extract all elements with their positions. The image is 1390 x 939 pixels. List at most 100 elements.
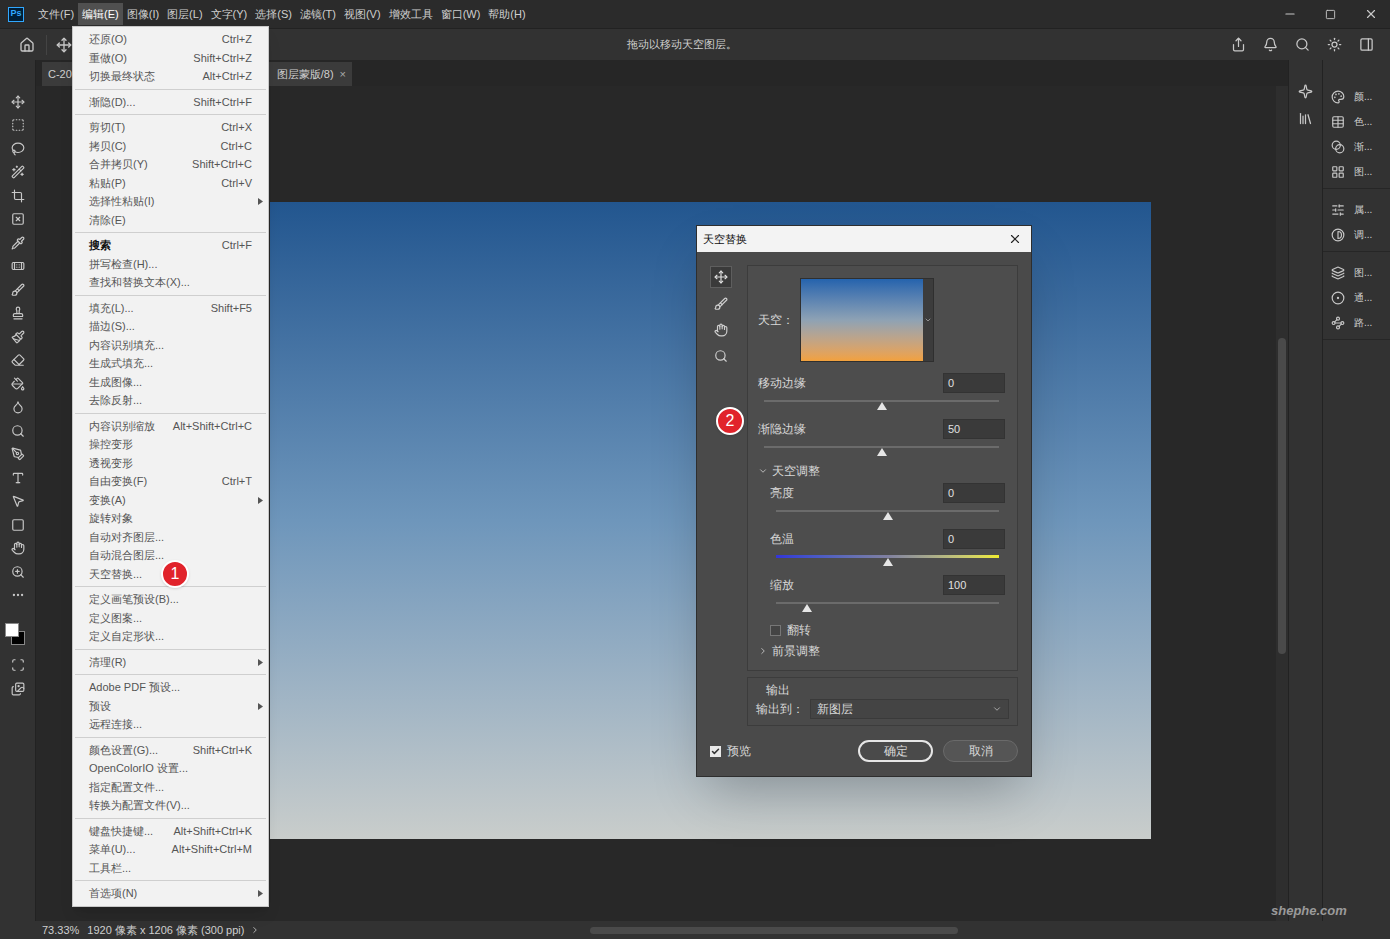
- slider-thumb-icon[interactable]: [883, 512, 893, 520]
- tab-close[interactable]: ×: [340, 66, 346, 83]
- shape-tool-icon[interactable]: [11, 518, 25, 532]
- menu-item[interactable]: 填充(L)...Shift+F5: [73, 299, 268, 318]
- menu-item[interactable]: 自动对齐图层...: [73, 528, 268, 547]
- slider-thumb-icon[interactable]: [877, 448, 887, 456]
- slider-track[interactable]: [764, 398, 999, 412]
- slider-thumb-icon[interactable]: [883, 558, 893, 566]
- checkbox[interactable]: [770, 625, 781, 636]
- panel-button[interactable]: 图...: [1323, 260, 1390, 285]
- screen-mode-icon[interactable]: [11, 682, 25, 696]
- menu-bar-item[interactable]: 图像(I): [123, 3, 163, 25]
- slider-value-field[interactable]: 0: [943, 373, 1005, 393]
- zoom-tool-icon[interactable]: [11, 565, 25, 579]
- menu-item[interactable]: 合并拷贝(Y)Shift+Ctrl+C: [73, 155, 268, 174]
- move-tool-button[interactable]: [710, 266, 732, 288]
- menu-bar-item[interactable]: 视图(V): [340, 3, 385, 25]
- sky-preset-picker[interactable]: [800, 278, 934, 362]
- pen-tool-icon[interactable]: [11, 447, 25, 461]
- flip-option[interactable]: 翻转: [748, 620, 1017, 640]
- notification-icon[interactable]: [1263, 37, 1278, 52]
- foreground-adjust-header[interactable]: 前景调整: [748, 640, 1017, 662]
- menu-item[interactable]: 转换为配置文件(V)...: [73, 796, 268, 815]
- libraries-icon[interactable]: [1298, 111, 1313, 126]
- blur-tool-icon[interactable]: [11, 400, 25, 414]
- close-icon[interactable]: [1008, 232, 1022, 246]
- slider-value-field[interactable]: 50: [943, 419, 1005, 439]
- panel-button[interactable]: 调...: [1323, 222, 1390, 247]
- menu-bar-item[interactable]: 文字(Y): [207, 3, 252, 25]
- menu-item[interactable]: 透视变形: [73, 454, 268, 473]
- menu-item[interactable]: 剪切(T)Ctrl+X: [73, 118, 268, 137]
- brush-tool-icon[interactable]: [11, 283, 25, 297]
- menu-item[interactable]: 定义自定形状...: [73, 627, 268, 646]
- menu-bar-item[interactable]: 帮助(H): [484, 3, 529, 25]
- menu-item[interactable]: 选择性粘贴(I): [73, 192, 268, 211]
- menu-item[interactable]: 清除(E): [73, 211, 268, 230]
- menu-item[interactable]: 切换最终状态Alt+Ctrl+Z: [73, 67, 268, 86]
- info-menu-icon[interactable]: [250, 925, 260, 935]
- menu-bar-item[interactable]: 窗口(W): [437, 3, 485, 25]
- dodge-tool-icon[interactable]: [11, 424, 25, 438]
- slider-track[interactable]: [776, 600, 999, 614]
- panel-button[interactable]: 路...: [1323, 310, 1390, 335]
- menu-item[interactable]: 旋转对象: [73, 509, 268, 528]
- hand-icon[interactable]: [714, 323, 728, 337]
- output-select[interactable]: 新图层: [810, 699, 1009, 719]
- document-info[interactable]: 1920 像素 x 1206 像素 (300 ppi): [87, 922, 244, 939]
- menu-item[interactable]: 指定配置文件...: [73, 778, 268, 797]
- menu-item[interactable]: 定义图案...: [73, 609, 268, 628]
- lasso-tool-icon[interactable]: [11, 142, 25, 156]
- menu-item[interactable]: 工具栏...: [73, 859, 268, 878]
- menu-item[interactable]: 定义画笔预设(B)...: [73, 590, 268, 609]
- ok-button[interactable]: 确定: [858, 740, 933, 762]
- menu-bar-item[interactable]: 滤镜(T): [296, 3, 340, 25]
- frame-tool-icon[interactable]: [11, 212, 25, 226]
- preview-option[interactable]: 预览: [710, 742, 751, 760]
- slider-value-field[interactable]: 0: [943, 483, 1005, 503]
- zoom-level[interactable]: 73.33%: [42, 922, 79, 939]
- menu-item[interactable]: Adobe PDF 预设...: [73, 678, 268, 697]
- discover-icon[interactable]: [1327, 37, 1342, 52]
- healing-tool-icon[interactable]: [11, 259, 25, 273]
- menu-item[interactable]: 渐隐(D)...Shift+Ctrl+F: [73, 93, 268, 112]
- minimize-icon[interactable]: [1283, 7, 1297, 21]
- menu-item[interactable]: 重做(O)Shift+Ctrl+Z: [73, 49, 268, 68]
- menu-item[interactable]: 去除反射...: [73, 391, 268, 410]
- stamp-tool-icon[interactable]: [11, 306, 25, 320]
- gradient-tool-icon[interactable]: [11, 377, 25, 391]
- path-select-tool-icon[interactable]: [11, 494, 25, 508]
- generative-icon[interactable]: [1298, 84, 1313, 99]
- search-icon[interactable]: [1295, 37, 1310, 52]
- menu-item[interactable]: 搜索Ctrl+F: [73, 236, 268, 255]
- panel-button[interactable]: 属...: [1323, 197, 1390, 222]
- slider-track[interactable]: [764, 444, 999, 458]
- more-tools-icon[interactable]: [11, 588, 25, 602]
- menu-bar-item[interactable]: 图层(L): [163, 3, 206, 25]
- menu-item[interactable]: 首选项(N): [73, 884, 268, 903]
- menu-item[interactable]: 内容识别填充...: [73, 336, 268, 355]
- menu-item[interactable]: 颜色设置(G)...Shift+Ctrl+K: [73, 741, 268, 760]
- quick-mask-icon[interactable]: [11, 658, 25, 672]
- cancel-button[interactable]: 取消: [943, 740, 1018, 762]
- menu-item[interactable]: 远程连接...: [73, 715, 268, 734]
- menu-item[interactable]: 天空替换...1: [73, 565, 268, 584]
- object-select-tool-icon[interactable]: [11, 165, 25, 179]
- menu-item[interactable]: 菜单(U)...Alt+Shift+Ctrl+M: [73, 840, 268, 859]
- vertical-scrollbar[interactable]: [1276, 86, 1288, 921]
- history-brush-tool-icon[interactable]: [11, 330, 25, 344]
- menu-bar-item[interactable]: 选择(S): [251, 3, 296, 25]
- marquee-tool-icon[interactable]: [11, 118, 25, 132]
- workspace-icon[interactable]: [1359, 37, 1374, 52]
- menu-item[interactable]: 生成图像...: [73, 373, 268, 392]
- panel-button[interactable]: 图...: [1323, 159, 1390, 184]
- zoom-icon[interactable]: [714, 349, 728, 363]
- move-icon[interactable]: [56, 37, 72, 53]
- menu-bar-item[interactable]: 编辑(E): [78, 3, 123, 25]
- slider-track[interactable]: [776, 554, 999, 568]
- menu-item[interactable]: 键盘快捷键...Alt+Shift+Ctrl+K: [73, 822, 268, 841]
- crop-tool-icon[interactable]: [11, 189, 25, 203]
- panel-button[interactable]: 色...: [1323, 109, 1390, 134]
- hand-tool-icon[interactable]: [11, 541, 25, 555]
- menu-item[interactable]: 拷贝(C)Ctrl+C: [73, 137, 268, 156]
- menu-item[interactable]: 还原(O)Ctrl+Z: [73, 30, 268, 49]
